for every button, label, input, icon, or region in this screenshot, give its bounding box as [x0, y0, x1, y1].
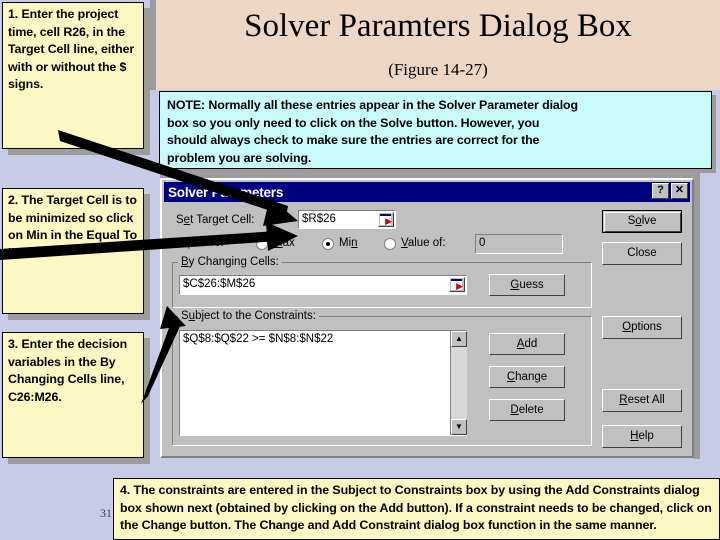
- by-changing-cells-input[interactable]: $C$26:$M$26: [179, 275, 467, 295]
- slide-canvas: Solver Paramters Dialog Box (Figure 14-2…: [0, 0, 720, 540]
- close-button-label: Close: [627, 247, 657, 259]
- by-changing-cells-label: By Changing Cells:: [178, 256, 282, 268]
- guess-button-label: Guess: [510, 279, 544, 291]
- dialog-title-text: Solver Parameters: [168, 184, 284, 200]
- equal-to-label: Equal To:: [176, 237, 224, 249]
- help-button-label: Help: [630, 430, 654, 442]
- constraints-scrollbar[interactable]: ▲ ▼: [450, 331, 467, 435]
- close-icon[interactable]: ✕: [671, 183, 688, 199]
- constraints-listbox[interactable]: $Q$8:$Q$22 >= $N$8:$N$22: [179, 330, 467, 436]
- callout-4-text: 4. The constraints are entered in the Su…: [120, 483, 712, 533]
- reset-all-button[interactable]: Reset All: [602, 389, 682, 412]
- dialog-right-shadow: [694, 173, 700, 459]
- callout-3-text: 3. Enter the decision variables in the B…: [8, 337, 128, 404]
- note-line-4: problem you are solving.: [167, 150, 312, 165]
- options-button[interactable]: Options: [602, 316, 682, 339]
- value-of-input[interactable]: 0: [475, 234, 563, 254]
- page-title: Solver Paramters Dialog Box: [244, 8, 632, 44]
- set-target-cell-range-picker-icon[interactable]: ▶: [378, 212, 394, 227]
- help-icon[interactable]: ?: [652, 183, 669, 199]
- help-button[interactable]: Help: [602, 425, 682, 448]
- page-number: 31: [100, 506, 112, 520]
- callout-4: 4. The constraints are entered in the Su…: [113, 478, 720, 540]
- note-box: NOTE: Normally all these entries appear …: [159, 91, 712, 169]
- delete-constraint-button[interactable]: Delete: [489, 399, 565, 421]
- note-line-3: should always check to make sure the ent…: [167, 133, 540, 147]
- callout-1: 1. Enter the project time, cell R26, in …: [2, 2, 144, 149]
- note-line-2: box so you only need to click on the Sol…: [167, 115, 540, 130]
- radio-min[interactable]: [322, 238, 334, 250]
- scroll-up-icon[interactable]: ▲: [451, 331, 467, 347]
- radio-max[interactable]: [256, 238, 268, 250]
- radio-min-label[interactable]: Min: [339, 237, 358, 249]
- change-constraint-button[interactable]: Change: [489, 366, 565, 388]
- add-constraint-button[interactable]: Add: [489, 333, 565, 355]
- radio-max-label[interactable]: Max: [273, 237, 295, 249]
- radio-value-of-label[interactable]: Value of:: [401, 237, 446, 249]
- solve-button-label: Solve: [603, 211, 681, 232]
- delete-button-label: Delete: [510, 404, 544, 416]
- callout-1-text: 1. Enter the project time, cell R26, in …: [8, 7, 135, 92]
- change-button-label: Change: [506, 371, 548, 383]
- solver-parameters-dialog: Solver Parameters ? ✕ Set Target Cell: $…: [160, 178, 694, 458]
- title-band: Solver Paramters Dialog Box (Figure 14-2…: [156, 0, 720, 90]
- set-target-cell-label: Set Target Cell:: [176, 214, 255, 226]
- solve-button[interactable]: Solve: [602, 210, 682, 233]
- note-line-1: NOTE: Normally all these entries appear …: [167, 98, 578, 112]
- add-button-label: Add: [516, 338, 538, 350]
- constraints-label: Subject to the Constraints:: [178, 310, 319, 322]
- close-button[interactable]: Close: [602, 242, 682, 265]
- callout-3: 3. Enter the decision variables in the B…: [2, 332, 144, 458]
- constraint-row[interactable]: $Q$8:$Q$22 >= $N$8:$N$22: [183, 333, 466, 345]
- guess-button[interactable]: Guess: [489, 274, 565, 296]
- callout-2-text: 2. The Target Cell is to be minimized so…: [8, 193, 138, 260]
- dialog-titlebar[interactable]: Solver Parameters ? ✕: [164, 182, 690, 202]
- callout-2: 2. The Target Cell is to be minimized so…: [2, 188, 144, 314]
- page-subtitle: (Figure 14-27): [388, 60, 488, 79]
- options-button-label: Options: [622, 321, 662, 333]
- by-changing-cells-range-picker-icon[interactable]: ▶: [449, 277, 465, 292]
- radio-value-of[interactable]: [384, 238, 396, 250]
- reset-all-button-label: Reset All: [619, 394, 665, 406]
- scroll-down-icon[interactable]: ▼: [451, 419, 467, 435]
- titlebar-button-group: ? ✕: [652, 183, 688, 199]
